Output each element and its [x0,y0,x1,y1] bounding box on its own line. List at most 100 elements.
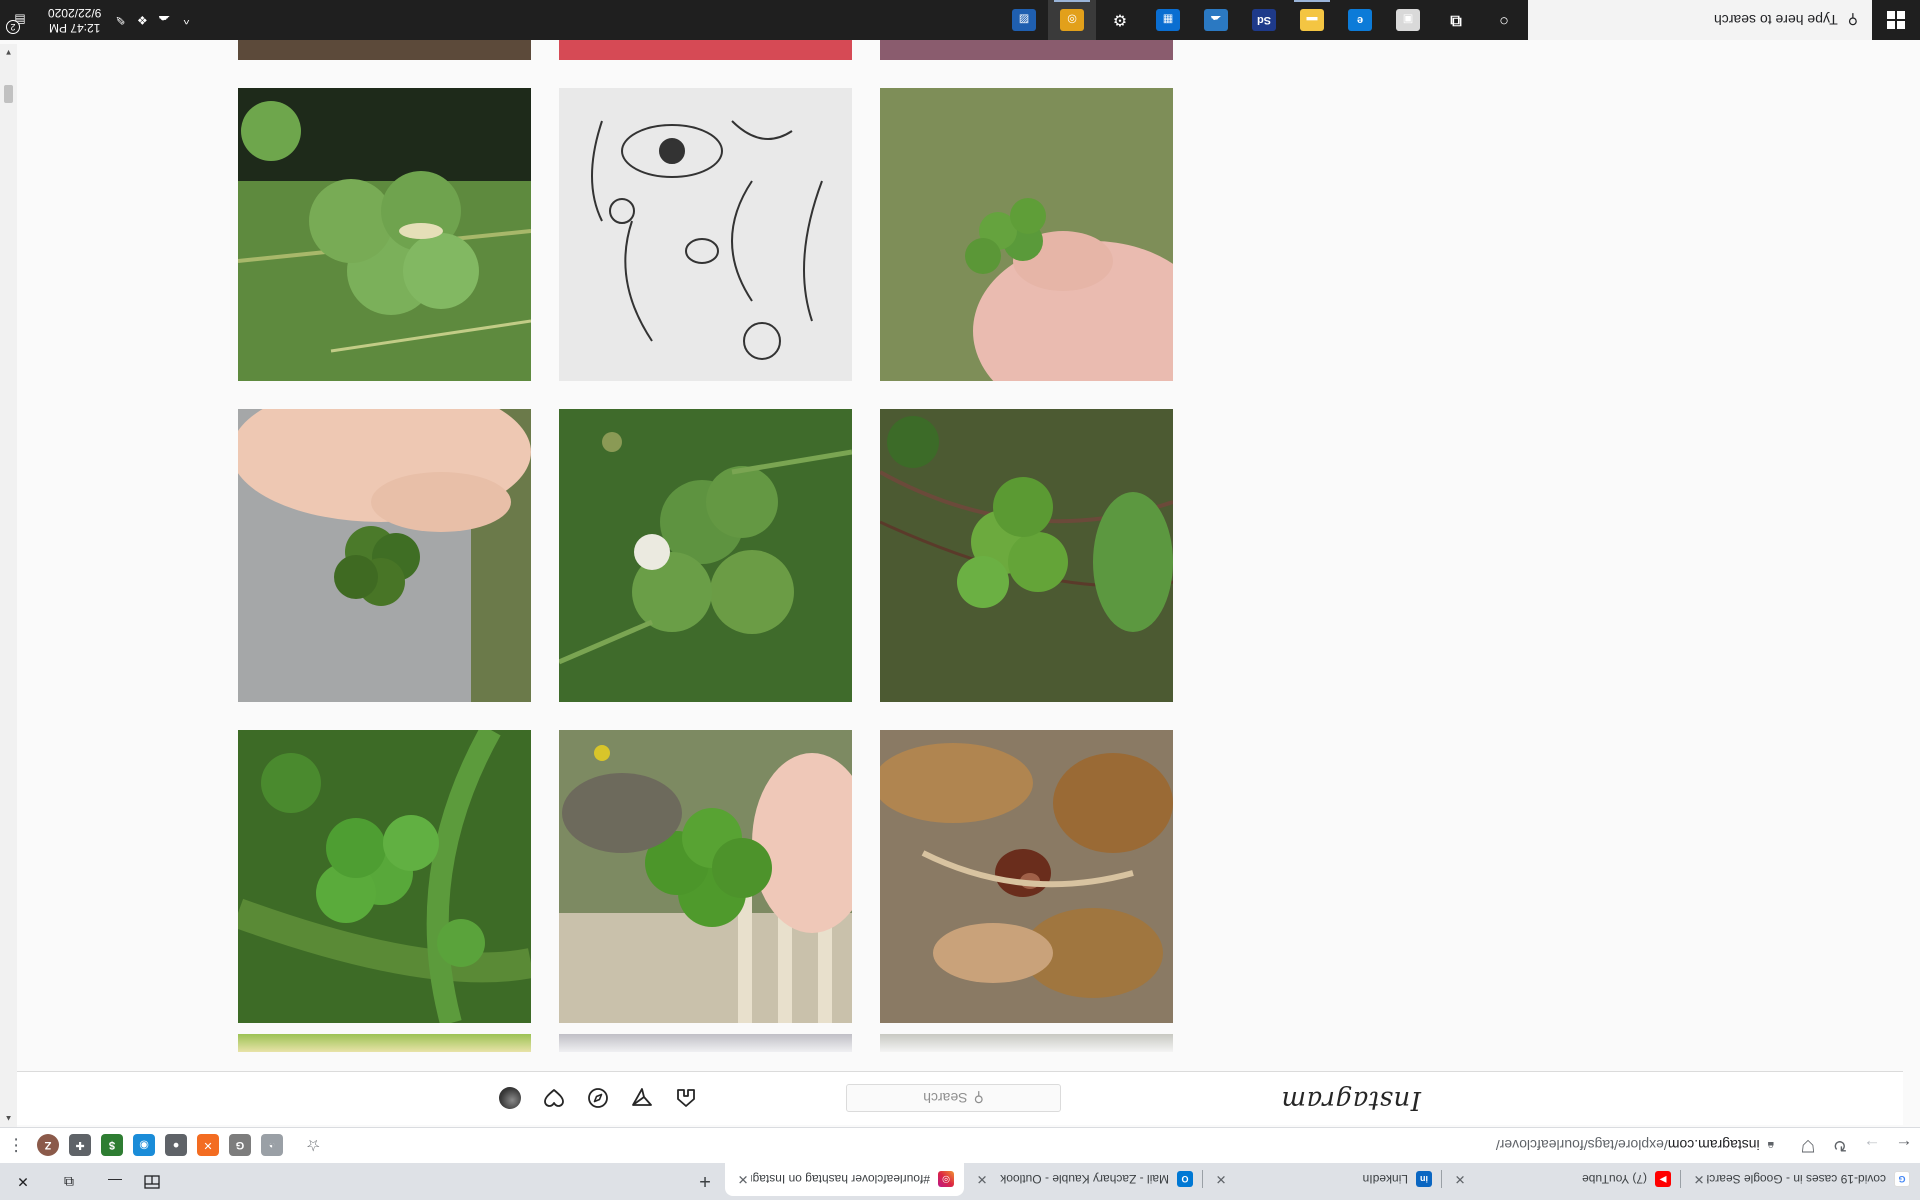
scroll-thumb[interactable] [4,85,13,103]
hat-extension-icon[interactable]: ◔ [261,1134,283,1157]
tab-strip: G covid-19 cases in - Google Search ✕ ▶ … [0,1163,1920,1200]
cortana-taskbar-button[interactable]: ○ [1480,0,1528,40]
home-icon[interactable] [675,1087,697,1109]
orange-x-extension-icon[interactable]: ✕ [197,1134,219,1157]
onedrive-taskbar-button[interactable]: ☁ [1192,0,1240,40]
puzzle-icon[interactable]: ✚ [69,1134,91,1157]
start-button[interactable] [1872,0,1920,40]
search-icon: ⚲ [1847,12,1858,29]
chevron-up-icon[interactable]: ^ [175,0,197,40]
file-explorer-taskbar-button[interactable]: ▬ [1288,0,1336,40]
taskbar-apps: ○ ⧉ ▣ e ▬ Sd ☁ ▦ ⚙ ◎ ▨ [1000,0,1528,40]
page-scrollbar[interactable]: ▲ ▼ [0,44,17,1127]
tab-instagram[interactable]: ◎ #fourleafclover hashtag on Instagram ✕ [725,1163,964,1196]
outlook-taskbar-taskbar-button[interactable]: ▦ [1144,0,1192,40]
photoshop-express-icon: Sd [1252,9,1276,31]
post-clover-in-grass[interactable] [238,88,531,381]
post-partial[interactable] [238,1034,531,1052]
close-icon[interactable]: ✕ [735,1172,751,1188]
settings-taskbar-button[interactable]: ⚙ [1096,0,1144,40]
blue-extension-icon[interactable]: ◉ [133,1134,155,1157]
taskbar-clock[interactable]: 12:47 PM 9/22/2020 [40,5,109,35]
google-icon: G [1894,1171,1910,1188]
scroll-down-arrow-icon[interactable]: ▼ [0,44,17,61]
post-clover-on-bench[interactable] [559,730,852,1023]
edge-taskbar-button[interactable]: e [1336,0,1384,40]
office-icon: ▣ [1396,9,1420,31]
post-partial[interactable] [559,40,852,60]
dropbox-icon[interactable]: ❖ [131,0,153,40]
post-partial[interactable] [238,40,531,60]
taskbar-search-placeholder: Type here to search [1713,12,1838,28]
outlook-icon: O [1177,1171,1193,1188]
tab-linkedin[interactable]: in LinkedIn ✕ [1203,1163,1442,1196]
post-partial[interactable] [880,1034,1173,1052]
tab-youtube[interactable]: ▶ (7) YouTube ✕ [1442,1163,1681,1196]
post-partial[interactable] [559,1034,852,1052]
file-explorer-icon: ▬ [1300,9,1324,31]
url-host: instagram.com [1667,1137,1760,1154]
profile-avatar-icon[interactable] [499,1087,521,1109]
profile-avatar[interactable]: Z [37,1134,59,1157]
close-window-button[interactable]: ✕ [0,1163,46,1200]
search-placeholder: Search [923,1090,968,1106]
green-extension-icon[interactable]: $ [101,1134,123,1157]
post-sketch-drawing[interactable] [559,88,852,381]
close-icon[interactable]: ✕ [1452,1172,1468,1188]
forward-arrow-icon[interactable]: → [1856,1130,1888,1162]
tab-google-search[interactable]: G covid-19 cases in - Google Search ✕ [1681,1163,1920,1196]
windows-taskbar: ⚲ Type here to search ○ ⧉ ▣ e ▬ Sd ☁ ▦ ⚙ ◎ ▨ ^ ☁ ❖… [0,0,1920,40]
post-clover-white-flower[interactable] [559,409,852,702]
reload-icon[interactable]: ↻ [1824,1130,1856,1162]
clock-time: 12:47 PM [49,21,101,35]
direct-message-icon[interactable] [631,1087,653,1109]
notifications-button[interactable]: ▤ 2 [0,0,40,40]
clock-date: 9/22/2020 [48,6,102,20]
post-hand-with-clover-gray[interactable] [238,409,531,702]
tab-title: covid-19 cases in - Google Search [1707,1172,1886,1187]
notification-count: 2 [6,20,20,34]
new-tab-button[interactable]: + [691,1166,719,1194]
circle-extension-icon[interactable]: ● [165,1134,187,1157]
back-arrow-icon[interactable]: ← [1888,1130,1920,1162]
menu-kebab-icon[interactable]: ⋮ [0,1130,32,1162]
url-path: /explore/tags/fourleafclover/ [1495,1137,1668,1154]
cortana-icon: ○ [1499,12,1509,29]
post-hand-holding-clover[interactable] [880,88,1173,381]
post-clover-dandelion[interactable] [238,730,531,1023]
settings-icon: ⚙ [1112,11,1128,28]
close-icon[interactable]: ✕ [974,1172,990,1188]
tab-outlook[interactable]: O Mail - Zachary Kauble - Outlook ✕ [964,1163,1203,1196]
instagram-logo[interactable]: Instagram [1281,1085,1421,1115]
post-chestnut-leaves[interactable] [880,730,1173,1023]
address-bar[interactable]: 🔒︎ instagram.com/explore/tags/fourleafcl… [296,1132,1784,1160]
edge-icon: e [1348,9,1372,31]
post-clover-weeds[interactable] [880,409,1173,702]
close-icon[interactable]: ✕ [1213,1172,1229,1188]
minimize-button[interactable]: — [92,1163,138,1200]
photos-taskbar-button[interactable]: ▨ [1000,0,1048,40]
instagram-search-input[interactable]: ⚲ Search [846,1084,1061,1112]
activity-heart-icon[interactable] [543,1087,565,1109]
restore-button[interactable]: ⧉ [46,1163,92,1200]
taskbar-search-input[interactable]: ⚲ Type here to search [1528,0,1872,40]
close-icon[interactable]: ✕ [1691,1172,1707,1188]
scroll-up-arrow-icon[interactable]: ▲ [0,1110,17,1127]
tab-search-icon[interactable] [138,1168,166,1196]
task-view-taskbar-button[interactable]: ⧉ [1432,0,1480,40]
chrome-taskbar-button[interactable]: ◎ [1048,0,1096,40]
office-taskbar-button[interactable]: ▣ [1384,0,1432,40]
instagram-nav [499,1084,697,1112]
post-grid [0,0,1920,1200]
pen-icon[interactable]: ✎ [109,0,131,40]
extensions-area: ◔ G ✕ ● ◉ $ ✚ [64,1134,288,1157]
browser-toolbar: ← → ↻ ⛉ 🔒︎ instagram.com/explore/tags/fo… [0,1127,1920,1163]
task-view-icon: ⧉ [1450,12,1462,29]
explore-compass-icon[interactable] [587,1087,609,1109]
post-partial[interactable] [880,40,1173,60]
cloud-icon[interactable]: ☁ [153,0,175,40]
g-extension-icon[interactable]: G [229,1134,251,1157]
shield-icon[interactable]: ⛉ [1792,1130,1824,1162]
photoshop-express-taskbar-button[interactable]: Sd [1240,0,1288,40]
star-icon[interactable]: ☆ [306,1136,320,1156]
